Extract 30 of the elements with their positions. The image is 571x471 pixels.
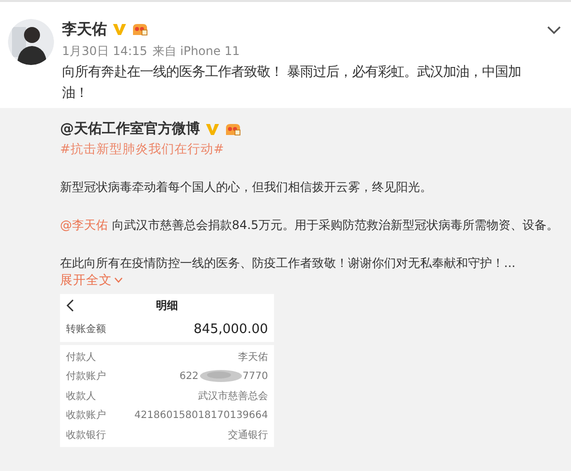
detail-value: 李天佑	[238, 350, 268, 364]
detail-value: 交通银行	[228, 428, 268, 442]
chevron-down-icon	[547, 26, 561, 35]
mention-link[interactable]: @李天佑	[60, 218, 108, 232]
member-badge-icon	[131, 21, 149, 37]
amount-label: 转账金额	[66, 322, 106, 336]
detail-label: 收款账户	[66, 408, 106, 422]
detail-value: 421860158018170139664	[134, 410, 268, 421]
repost-author[interactable]: @天佑工作室官方微博	[60, 120, 200, 138]
post-source: 来自 iPhone 11	[152, 43, 240, 60]
amount-value: 845,000.00	[194, 322, 268, 336]
detail-value: 7770	[242, 370, 268, 382]
back-icon	[66, 298, 74, 312]
author-name[interactable]: 李天佑	[62, 20, 107, 38]
detail-label: 付款人	[66, 350, 96, 364]
chevron-down-icon	[114, 277, 123, 283]
paragraph: 新型冠状病毒牵动着每个国人的心，但我们相信拨开云雾，终见阳光。	[60, 179, 433, 196]
receipt-title: 明细	[155, 298, 179, 312]
detail-label: 收款银行	[66, 428, 106, 442]
paragraph: 在此向所有在疫情防控一线的医务、防疫工作者致敬！谢谢你们对无私奉献和守护！...	[60, 255, 516, 272]
detail-value: 武汉市慈善总会	[198, 390, 268, 403]
expand-link[interactable]: 展开全文	[60, 272, 123, 288]
post-text: 向所有奔赴在一线的医务工作者致敬！ 暴雨过后，必有彩虹。武汉加油，中国加油！	[62, 64, 522, 103]
post-time[interactable]: 1月30日 14:15	[62, 43, 148, 60]
member-badge-icon	[224, 121, 242, 137]
detail-label: 收款人	[66, 390, 96, 403]
hashtag-link[interactable]: #抗击新型肺炎我们在行动#	[60, 140, 224, 158]
detail-value: 622	[179, 370, 199, 382]
paragraph: @李天佑 向武汉市慈善总会捐款84.5万元。用于采购防范救治新型冠状病毒所需物资、设备。	[60, 217, 559, 234]
detail-label: 付款账户	[66, 370, 106, 384]
